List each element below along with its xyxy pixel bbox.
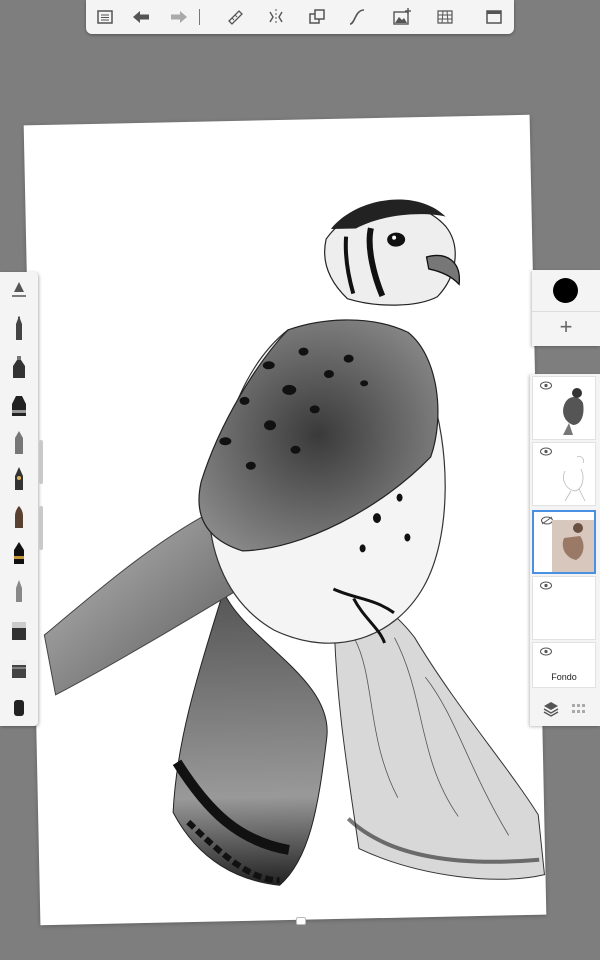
brush-palette bbox=[0, 272, 38, 726]
layer-sketch[interactable] bbox=[532, 442, 596, 506]
symmetry-icon[interactable] bbox=[265, 6, 287, 28]
color-panel: + bbox=[532, 270, 600, 346]
felt-pen-icon[interactable] bbox=[7, 538, 31, 566]
top-toolbar bbox=[86, 0, 514, 34]
grid-view-icon[interactable] bbox=[570, 700, 588, 718]
divider bbox=[532, 311, 600, 312]
layer-label: Fondo bbox=[551, 672, 577, 682]
layer-kestrel-shaded[interactable] bbox=[532, 376, 596, 440]
fullscreen-icon[interactable] bbox=[483, 6, 505, 28]
gallery-icon[interactable] bbox=[94, 6, 116, 28]
layers-panel: Fondo bbox=[530, 374, 600, 726]
add-image-icon[interactable] bbox=[391, 6, 413, 28]
ruler-icon[interactable] bbox=[224, 6, 246, 28]
brush-settings-icon[interactable] bbox=[7, 276, 31, 304]
smudge-icon[interactable] bbox=[7, 576, 31, 604]
visibility-icon[interactable] bbox=[540, 647, 552, 656]
curve-icon[interactable] bbox=[346, 6, 368, 28]
visibility-icon[interactable] bbox=[540, 581, 552, 590]
layer-background[interactable]: Fondo bbox=[532, 642, 596, 688]
drawing-canvas[interactable] bbox=[23, 114, 547, 926]
add-layer-button[interactable]: + bbox=[556, 316, 576, 338]
transform-icon[interactable] bbox=[306, 6, 328, 28]
paint-brush-icon[interactable] bbox=[7, 502, 31, 530]
layer-tools bbox=[530, 692, 600, 726]
ink-pen-icon[interactable] bbox=[7, 464, 31, 492]
soft-eraser-icon[interactable] bbox=[7, 690, 31, 718]
chisel-marker-icon[interactable] bbox=[7, 428, 31, 456]
toolbar-divider bbox=[199, 9, 200, 25]
marker-icon[interactable] bbox=[7, 390, 31, 418]
kestrel-drawing bbox=[43, 199, 546, 886]
layer-thumbnail bbox=[563, 388, 584, 435]
layer-empty[interactable] bbox=[532, 576, 596, 640]
palette-drag-handle[interactable] bbox=[39, 440, 43, 484]
current-color-swatch[interactable] bbox=[553, 278, 578, 303]
page-indicator bbox=[296, 917, 306, 925]
pencil-icon[interactable] bbox=[7, 314, 31, 342]
perspective-grid-icon[interactable] bbox=[434, 6, 456, 28]
palette-drag-handle[interactable] bbox=[39, 506, 43, 550]
hard-eraser-icon[interactable] bbox=[7, 652, 31, 680]
redo-icon[interactable] bbox=[168, 6, 190, 28]
airbrush-icon[interactable] bbox=[7, 352, 31, 380]
layers-icon[interactable] bbox=[542, 700, 560, 718]
layer-thumbnail bbox=[563, 456, 586, 502]
layer-thumbnail bbox=[552, 520, 594, 572]
undo-icon[interactable] bbox=[130, 6, 152, 28]
eraser-icon[interactable] bbox=[7, 614, 31, 642]
layer-reference[interactable] bbox=[532, 510, 596, 574]
